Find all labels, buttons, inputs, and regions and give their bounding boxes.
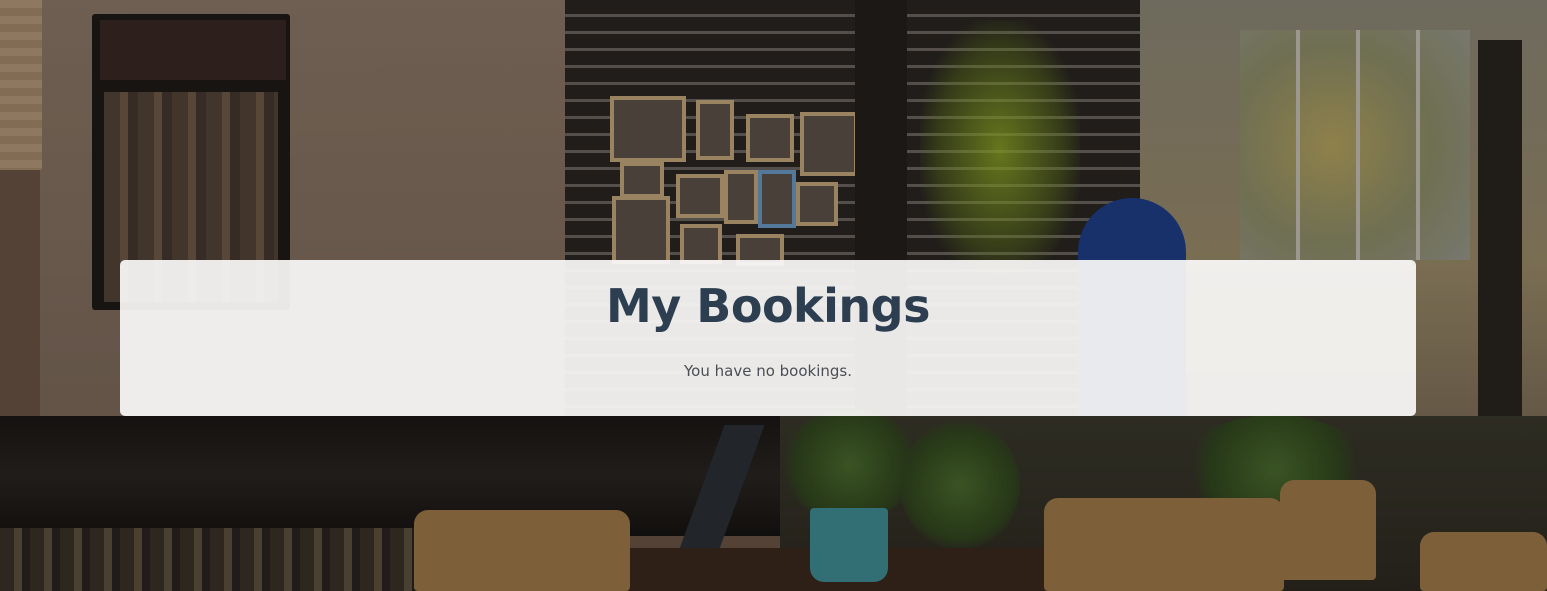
page-title: My Bookings bbox=[606, 279, 930, 333]
bookings-card: My Bookings You have no bookings. bbox=[120, 260, 1416, 416]
empty-bookings-message: You have no bookings. bbox=[684, 362, 852, 380]
